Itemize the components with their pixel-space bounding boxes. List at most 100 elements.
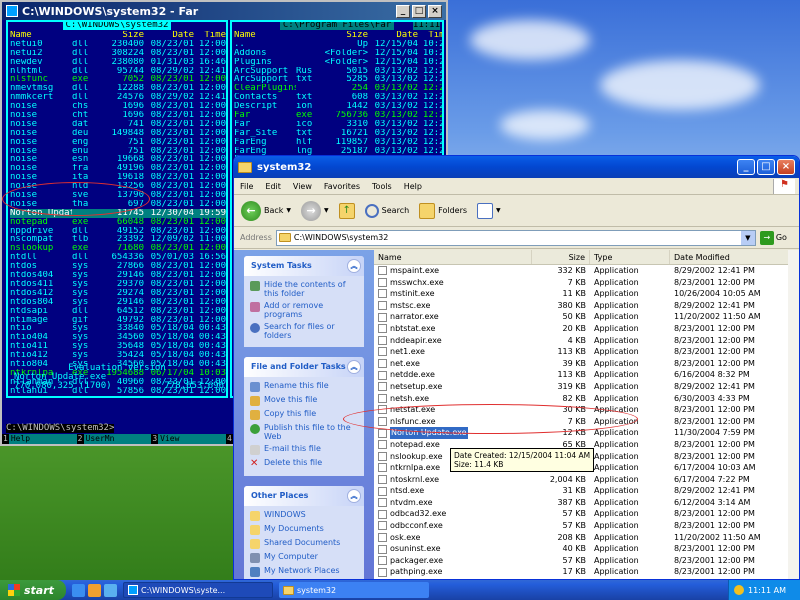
file-row[interactable]: ntlanui2dll1433608/23/0112:00 bbox=[10, 396, 226, 397]
menu-file[interactable]: File bbox=[240, 182, 253, 191]
minimize-button[interactable]: _ bbox=[396, 4, 410, 18]
file-row[interactable]: Far ico 3310 03/13/02 12:28 bbox=[234, 120, 442, 129]
file-row[interactable]: noise deu 149848 08/23/01 12:00 bbox=[10, 129, 226, 138]
list-item[interactable]: odbcconf.exe 57 KB Application 8/23/2001 12… bbox=[374, 520, 799, 532]
explorer-window[interactable]: system32 _ □ × File Edit View Favorites … bbox=[233, 155, 800, 580]
right-panel-list[interactable]: Name Size Date Time.. Up 12/15/04 10:28 Addons <… bbox=[234, 31, 442, 164]
file-row[interactable]: ntio412 sys 35424 05/18/04 00:43 bbox=[10, 351, 226, 360]
file-row[interactable]: ClearPluginsCa 254 03/13/02 12:28 bbox=[234, 84, 442, 93]
menu-favorites[interactable]: Favorites bbox=[324, 182, 360, 191]
command-line[interactable]: C:\WINDOWS\system32> bbox=[6, 424, 115, 433]
list-item[interactable]: packager.exe 57 KB Application 8/23/2001 12… bbox=[374, 555, 799, 567]
file-row[interactable]: notepad exe 66048 08/23/01 12:00 bbox=[10, 218, 226, 227]
list-item[interactable]: mspaint.exe 332 KB Application 8/29/2002 12… bbox=[374, 265, 799, 277]
list-item[interactable]: osuninst.exe 40 KB Application 8/23/2001 12… bbox=[374, 543, 799, 555]
list-item[interactable]: nbtstat.exe 20 KB Application 8/23/2001 12:… bbox=[374, 323, 799, 335]
menu-tools[interactable]: Tools bbox=[372, 182, 392, 191]
task-add-remove[interactable]: Add or remove programs bbox=[250, 301, 360, 319]
file-row[interactable]: noise esn 19668 08/23/01 12:00 bbox=[10, 155, 226, 164]
ie-icon[interactable] bbox=[72, 583, 85, 597]
address-input[interactable]: C:\WINDOWS\system32 ▼ bbox=[275, 229, 756, 246]
far-title-bar[interactable]: C:\WINDOWS\system32 - Far _ □ × bbox=[2, 2, 446, 20]
function-key-2[interactable]: 2 UserMn bbox=[77, 434, 152, 444]
menu-view[interactable]: View bbox=[293, 182, 312, 191]
list-item[interactable]: osk.exe 208 KB Application 11/20/2002 11:50… bbox=[374, 532, 799, 544]
file-row[interactable]: ArcSupport Rus 5015 03/13/02 12:28 bbox=[234, 67, 442, 76]
forward-button[interactable]: → ▼ bbox=[298, 199, 332, 223]
collapse-icon[interactable]: ︽ bbox=[347, 489, 361, 503]
list-item[interactable]: narrator.exe 50 KB Application 11/20/2002 1… bbox=[374, 311, 799, 323]
up-button[interactable]: ↑ bbox=[336, 201, 358, 221]
task-rename[interactable]: Rename this file bbox=[250, 381, 360, 392]
function-key-1[interactable]: 1 Help bbox=[2, 434, 77, 444]
collapse-icon[interactable]: ︽ bbox=[347, 259, 361, 273]
column-header-row[interactable]: Name Size Date Time bbox=[234, 31, 442, 40]
file-row[interactable]: ntimage gif 49792 08/23/01 12:00 bbox=[10, 316, 226, 325]
task-far[interactable]: C:\WINDOWS\syste... bbox=[123, 582, 273, 598]
file-row[interactable]: nslookup exe 71680 08/23/01 12:00 bbox=[10, 244, 226, 253]
collapse-icon[interactable]: ︽ bbox=[347, 360, 361, 374]
file-row[interactable]: Descript ion 1442 03/13/02 12:28 bbox=[234, 102, 442, 111]
file-row[interactable]: Addons <Folder> 12/15/04 10:28 bbox=[234, 49, 442, 58]
list-item[interactable]: pathping.exe 17 KB Application 8/23/2001 12… bbox=[374, 566, 799, 578]
close-button[interactable]: × bbox=[428, 4, 442, 18]
file-row[interactable]: .. Up 12/15/04 10:28 bbox=[234, 40, 442, 49]
file-row[interactable]: ntdos sys 27866 08/23/01 12:00 bbox=[10, 262, 226, 271]
file-row[interactable]: noise fra 49196 08/23/01 12:00 bbox=[10, 164, 226, 173]
place-windows[interactable]: WINDOWS bbox=[250, 510, 360, 521]
media-icon[interactable] bbox=[88, 583, 101, 597]
column-date-modified[interactable]: Date Modified bbox=[670, 250, 799, 264]
place-network[interactable]: My Network Places bbox=[250, 566, 360, 577]
views-button[interactable]: ▼ bbox=[474, 201, 504, 221]
file-row[interactable]: netui2 dll 308224 08/23/01 12:00 bbox=[10, 49, 226, 58]
file-row[interactable]: nmmkcert dll 24576 08/29/02 12:41 bbox=[10, 93, 226, 102]
list-item[interactable]: mstsc.exe 380 KB Application 8/29/2002 12:4… bbox=[374, 300, 799, 312]
list-item[interactable]: net1.exe 113 KB Application 8/23/2001 12:00… bbox=[374, 346, 799, 358]
list-item[interactable]: mstinit.exe 11 KB Application 10/26/2004 10… bbox=[374, 288, 799, 300]
file-row[interactable]: Contacts txt 608 03/13/02 12:28 bbox=[234, 93, 442, 102]
list-item[interactable]: net.exe 39 KB Application 8/23/2001 12:00 P… bbox=[374, 358, 799, 370]
file-row[interactable]: ntdsapi dll 64512 08/23/01 12:00 bbox=[10, 307, 226, 316]
file-row[interactable]: nlhtml dll 95744 08/29/02 12:41 bbox=[10, 67, 226, 76]
list-item[interactable]: odbcad32.exe 57 KB Application 8/23/2001 12… bbox=[374, 508, 799, 520]
file-row[interactable]: ntio404 sys 34560 05/18/04 00:43 bbox=[10, 333, 226, 342]
list-item[interactable]: netsetup.exe 319 KB Application 8/29/2002 1… bbox=[374, 381, 799, 393]
left-panel-list[interactable]: Name Size Date Time netui0 dll 230400 08/23/01 1… bbox=[10, 31, 226, 397]
file-row[interactable]: netui0 dll 230400 08/23/01 12:00 bbox=[10, 40, 226, 49]
go-button[interactable]: → Go bbox=[759, 230, 787, 245]
column-type[interactable]: Type bbox=[590, 250, 670, 264]
show-desktop-icon[interactable] bbox=[104, 583, 117, 597]
file-row[interactable]: noise enu 751 08/23/01 12:00 bbox=[10, 147, 226, 156]
task-hide-contents[interactable]: Hide the contents of this folder bbox=[250, 280, 360, 298]
list-item[interactable]: ntoskrnl.exe 2,004 KB Application 6/17/2004… bbox=[374, 474, 799, 486]
place-shared-documents[interactable]: Shared Documents bbox=[250, 538, 360, 549]
column-size[interactable]: Size bbox=[532, 250, 590, 264]
list-item[interactable]: nddeapir.exe 4 KB Application 8/23/2001 12:… bbox=[374, 335, 799, 347]
file-row[interactable]: FarEng hlf 119857 03/13/02 12:28 bbox=[234, 138, 442, 147]
maximize-button[interactable]: □ bbox=[412, 4, 426, 18]
folders-button[interactable]: Folders bbox=[416, 201, 470, 221]
minimize-button[interactable]: _ bbox=[737, 159, 755, 175]
task-explorer[interactable]: system32 bbox=[279, 582, 429, 598]
list-item[interactable]: netsh.exe 82 KB Application 6/30/2003 4:33 … bbox=[374, 393, 799, 405]
file-row[interactable]: ntdos804 sys 29146 08/23/01 12:00 bbox=[10, 298, 226, 307]
list-item[interactable]: ntsd.exe 31 KB Application 8/29/2002 12:41 … bbox=[374, 485, 799, 497]
file-row[interactable]: Far_Site txt 16721 03/13/02 12:28 bbox=[234, 129, 442, 138]
file-row[interactable]: Far exe 756736 03/13/02 12:28 bbox=[234, 111, 442, 120]
chevron-down-icon[interactable]: ▼ bbox=[740, 230, 755, 245]
menu-edit[interactable]: Edit bbox=[265, 182, 281, 191]
menu-help[interactable]: Help bbox=[404, 182, 422, 191]
explorer-title-bar[interactable]: system32 _ □ × bbox=[234, 156, 799, 178]
file-row[interactable]: nscompat tlb 23392 12/09/02 11:00 bbox=[10, 235, 226, 244]
back-button[interactable]: ← Back ▼ bbox=[238, 199, 294, 223]
file-tasks-header[interactable]: File and Folder Tasks ︽ bbox=[244, 357, 364, 377]
file-row[interactable]: newdev dll 238080 01/31/03 16:46 bbox=[10, 58, 226, 67]
search-button[interactable]: Search bbox=[362, 202, 412, 220]
vertical-scrollbar[interactable] bbox=[788, 250, 799, 579]
file-row[interactable]: nlsfunc exe 7052 08/23/01 12:00 bbox=[10, 75, 226, 84]
column-name[interactable]: Name bbox=[374, 250, 532, 264]
file-row[interactable]: ntdos404 sys 29146 08/23/01 12:00 bbox=[10, 271, 226, 280]
file-row[interactable]: ArcSupport txt 5285 03/13/02 12:28 bbox=[234, 75, 442, 84]
file-row[interactable]: noise chs 1696 08/23/01 12:00 bbox=[10, 102, 226, 111]
task-publish[interactable]: Publish this file to the Web bbox=[250, 423, 360, 441]
